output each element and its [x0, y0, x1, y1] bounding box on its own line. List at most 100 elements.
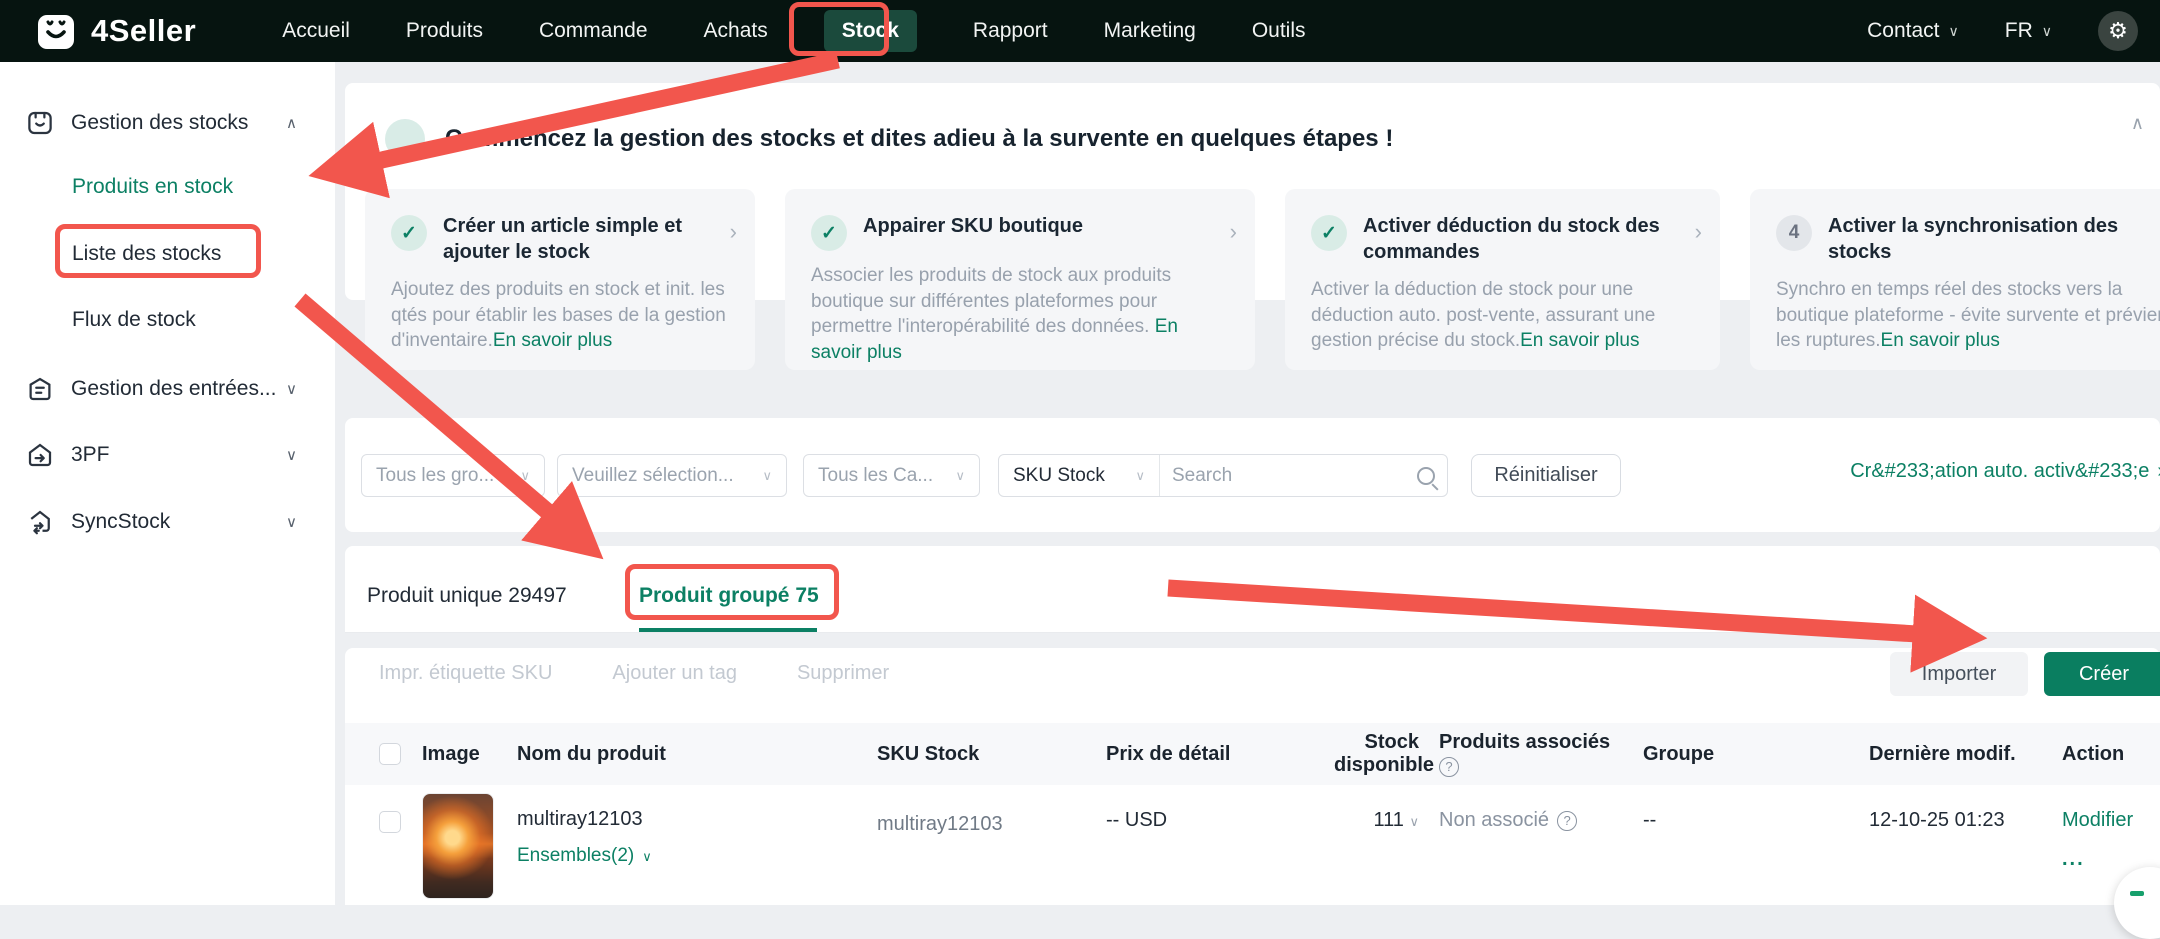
language-dropdown[interactable]: FR ∨	[2005, 19, 2052, 43]
chevron-up-icon: ∧	[286, 115, 297, 132]
tab-produit-unique[interactable]: Produit unique 29497	[367, 584, 567, 608]
nav-item-achats[interactable]: Achats	[704, 19, 768, 43]
auto-creation-link[interactable]: Cr&#233;ation auto. activ&#233;e ›	[1850, 460, 2160, 483]
row-checkbox[interactable]	[379, 811, 401, 833]
step-description: Associer les produits de stock aux produ…	[811, 265, 1172, 338]
delete-button[interactable]: Supprimer	[797, 662, 889, 685]
search-type-dropdown[interactable]: SKU Stock ∨	[999, 455, 1160, 496]
step-card-create-article[interactable]: ✓ Créer un article simple et ajouter le …	[365, 189, 755, 370]
help-icon[interactable]: ?	[1557, 810, 1578, 831]
search-type-value: SKU Stock	[1013, 464, 1105, 486]
sidebar-section-gestion-stocks[interactable]: Gestion des stocks ∧	[0, 108, 335, 138]
step-check-icon: ✓	[1311, 215, 1347, 251]
column-sku: SKU Stock	[877, 742, 980, 765]
nav-items: Accueil Produits Commande Achats Stock R…	[282, 10, 1306, 52]
chevron-down-icon: ∨	[762, 467, 772, 483]
chevron-down-icon: ∨	[1948, 22, 1959, 39]
nav-item-accueil[interactable]: Accueil	[282, 19, 350, 43]
help-icon[interactable]: ?	[1439, 757, 1459, 778]
step-card-stock-deduction[interactable]: ✓ Activer déduction du stock des command…	[1285, 189, 1720, 370]
product-name[interactable]: multiray12103	[517, 808, 643, 830]
chevron-down-icon: ∨	[520, 467, 530, 483]
contact-dropdown[interactable]: Contact ∨	[1867, 19, 1959, 43]
associated-value: Non associé	[1439, 809, 1550, 831]
nav-item-stock[interactable]: Stock	[823, 10, 917, 52]
chevron-down-icon: ∨	[286, 381, 297, 398]
nav-item-produits[interactable]: Produits	[406, 19, 483, 43]
nav-item-outils[interactable]: Outils	[1252, 19, 1306, 43]
ensembles-toggle[interactable]: Ensembles(2) ∨	[517, 845, 877, 868]
tab-produit-groupe[interactable]: Produit groupé 75	[639, 584, 819, 608]
chevron-right-icon[interactable]: ›	[1230, 219, 1237, 245]
brand[interactable]: 4Seller	[35, 8, 196, 54]
stock-value: 111	[1373, 809, 1404, 831]
chevron-right-icon[interactable]: ›	[1695, 219, 1702, 245]
product-list-panel: Impr. étiquette SKU Ajouter un tag Suppr…	[345, 648, 2160, 939]
action-cell: Modifier ...	[2062, 785, 2160, 871]
sidebar-section-3pf[interactable]: 3PF ∨	[0, 440, 335, 470]
chevron-down-icon: ∨	[286, 447, 297, 464]
syncstock-icon	[30, 510, 50, 535]
filter-bar: Tous les gro... ∨ Veuillez sélection... …	[345, 418, 2160, 532]
column-associated-label: Produits associés	[1439, 730, 1611, 753]
sidebar-section-gestion-entrees[interactable]: Gestion des entrées... ∨	[0, 374, 335, 404]
sidebar-item-flux-de-stock[interactable]: Flux de stock	[72, 308, 196, 332]
print-sku-label-button[interactable]: Impr. étiquette SKU	[379, 662, 552, 685]
learn-more-link[interactable]: En savoir plus	[1520, 330, 1639, 351]
sidebar-section-label: Gestion des stocks	[71, 111, 249, 134]
search-icon[interactable]	[1417, 466, 1435, 485]
sidebar-section-label: SyncStock	[71, 510, 171, 533]
chevron-right-icon[interactable]: ›	[730, 219, 737, 245]
banner-badge	[385, 119, 425, 159]
column-stock: Stock disponible	[1334, 731, 1434, 776]
nav-item-commande[interactable]: Commande	[539, 19, 648, 43]
column-modified: Dernière modif.	[1869, 742, 2016, 765]
chevron-down-icon: ∨	[642, 848, 652, 864]
search-input[interactable]	[1172, 464, 1417, 487]
learn-more-link[interactable]: En savoir plus	[493, 330, 612, 351]
group-filter-placeholder: Tous les gro...	[376, 464, 495, 486]
select-filter-dropdown[interactable]: Veuillez sélection... ∨	[557, 454, 787, 497]
tab-label: Produit unique	[367, 584, 503, 607]
bulk-toolbar: Impr. étiquette SKU Ajouter un tag Suppr…	[379, 662, 889, 685]
step-title: Appairer SKU boutique	[863, 215, 1084, 237]
settings-button[interactable]: ⚙	[2098, 11, 2138, 51]
sidebar-item-produits-en-stock[interactable]: Produits en stock	[72, 175, 233, 199]
column-group: Groupe	[1643, 742, 1715, 765]
sidebar-section-syncstock[interactable]: SyncStock ∨	[0, 507, 335, 537]
sidebar-item-liste-des-stocks[interactable]: Liste des stocks	[72, 242, 221, 266]
select-all-checkbox[interactable]	[379, 743, 401, 765]
language-label: FR	[2004, 19, 2033, 42]
step-number-badge: 4	[1776, 215, 1812, 251]
product-tabs: Produit unique 29497 Produit groupé 75	[345, 546, 2160, 633]
reset-button[interactable]: Réinitialiser	[1471, 454, 1621, 497]
product-image[interactable]	[422, 793, 494, 899]
chevron-down-icon: ∨	[1409, 814, 1419, 829]
column-image: Image	[422, 742, 480, 765]
add-tag-button[interactable]: Ajouter un tag	[612, 662, 737, 685]
stock-cell[interactable]: 111 ∨	[1291, 785, 1439, 832]
category-filter-dropdown[interactable]: Tous les Ca... ∨	[803, 454, 980, 497]
entries-doc-icon	[29, 377, 51, 401]
step-card-pair-sku[interactable]: ✓ Appairer SKU boutique › Associer les p…	[785, 189, 1255, 370]
import-button[interactable]: Importer	[1890, 652, 2028, 696]
nav-right-group: Contact ∨ FR ∨ ⚙	[1867, 0, 2138, 62]
tab-count: 29497	[508, 584, 567, 607]
auto-creation-label: Cr&#233;ation auto. activ&#233;e	[1850, 460, 2150, 482]
learn-more-link[interactable]: En savoir plus	[1881, 330, 2000, 351]
tab-label: Produit groupé	[639, 584, 790, 607]
gear-icon: ⚙	[2108, 18, 2128, 43]
chevron-down-icon: ∨	[1135, 467, 1145, 483]
group-filter-dropdown[interactable]: Tous les gro... ∨	[361, 454, 545, 497]
tab-count: 75	[795, 584, 819, 607]
column-price: Prix de détail	[1106, 742, 1231, 765]
onboarding-banner: Commencez la gestion des stocks et dites…	[345, 83, 2160, 370]
banner-collapse-button[interactable]: ∧	[2131, 113, 2144, 134]
step-card-sync-stocks[interactable]: 4 Activer la synchronisation des stocks …	[1750, 189, 2160, 370]
group-cell: --	[1643, 809, 1657, 831]
sidebar-section-label: 3PF	[71, 443, 110, 466]
create-button[interactable]: Créer	[2044, 652, 2160, 696]
modify-link[interactable]: Modifier	[2062, 809, 2133, 831]
nav-item-marketing[interactable]: Marketing	[1104, 19, 1196, 43]
nav-item-rapport[interactable]: Rapport	[973, 19, 1048, 43]
